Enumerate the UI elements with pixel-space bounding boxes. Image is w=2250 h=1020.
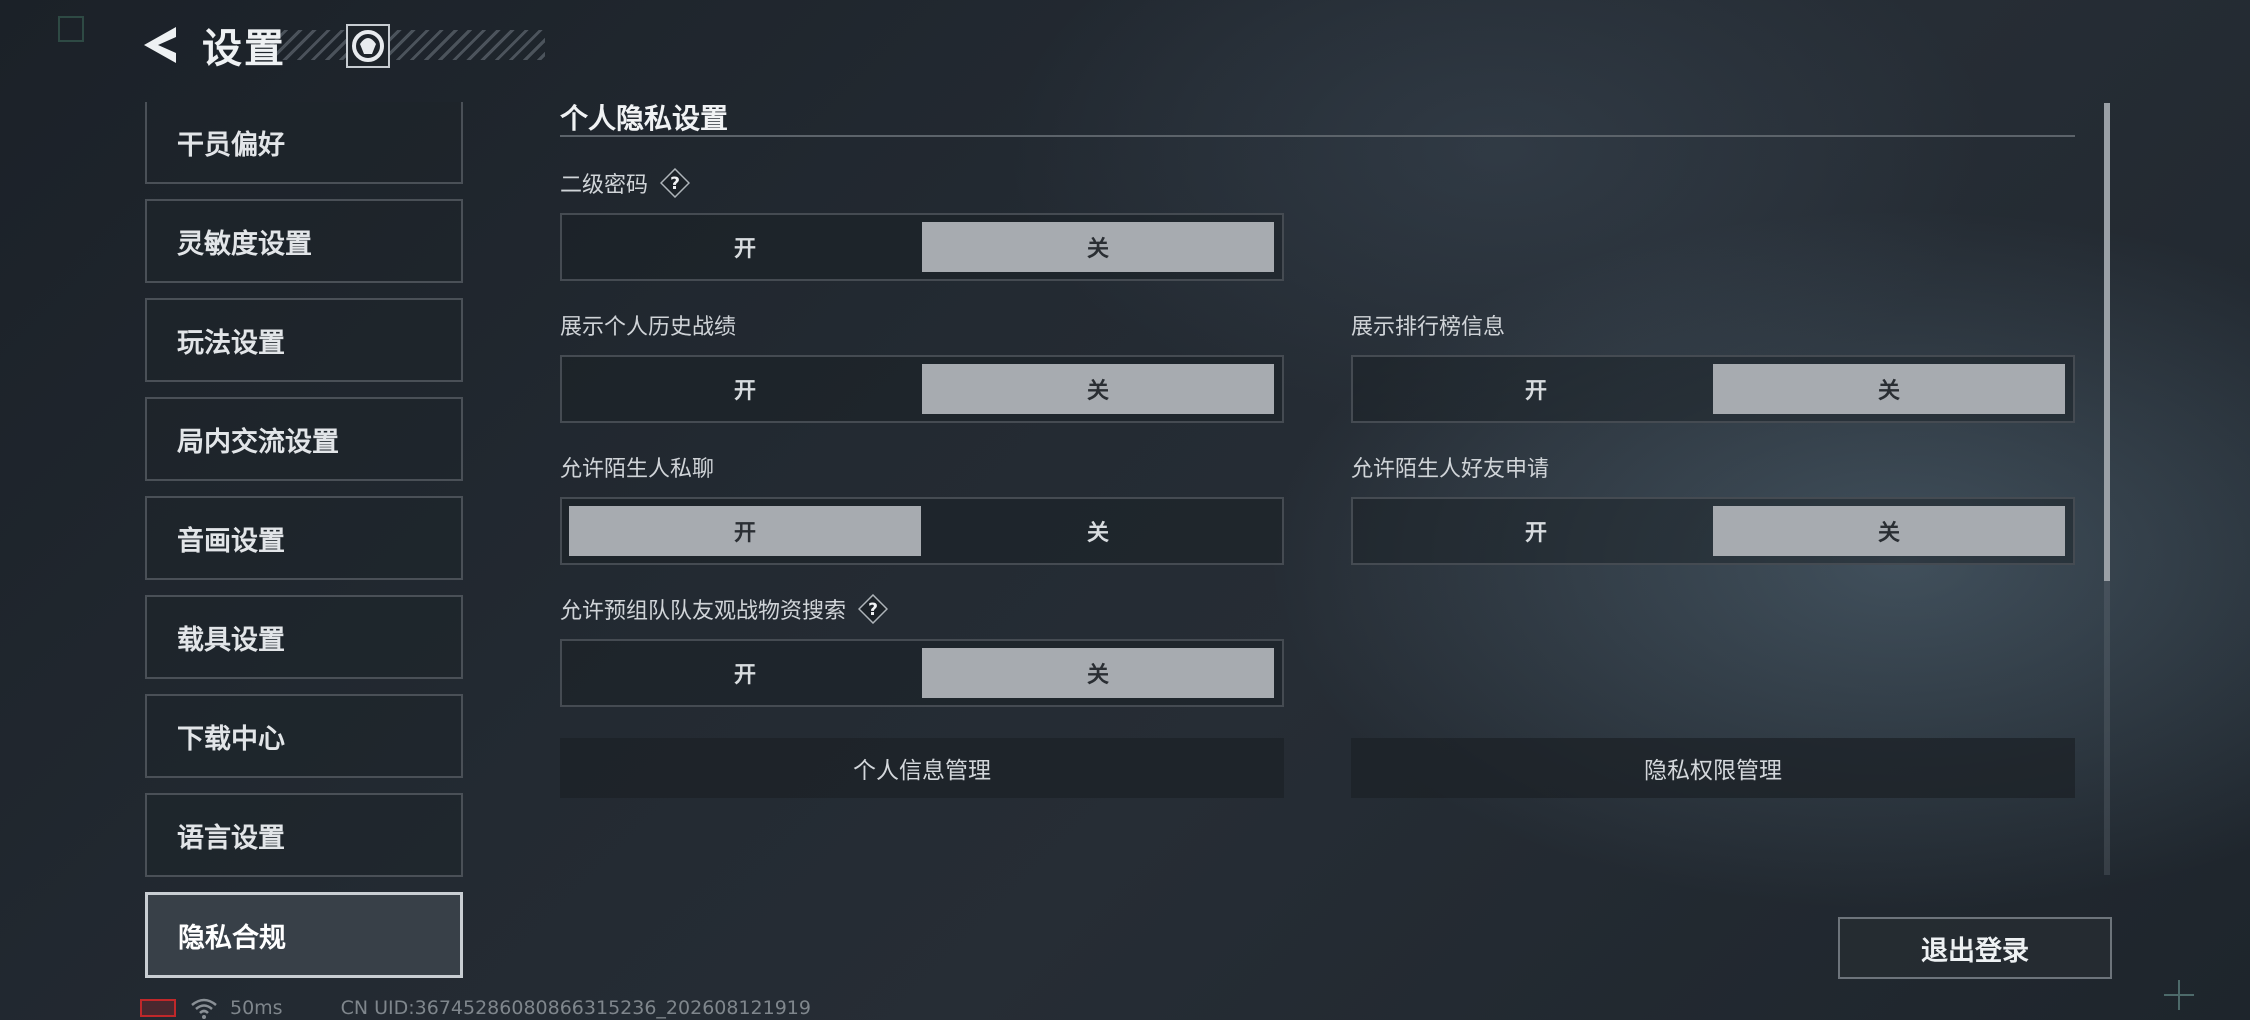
sidebar-item-vehicle[interactable]: 载具设置 [145,595,463,679]
sidebar-item-label: 局内交流设置 [177,426,339,458]
sidebar-item-label: 语言设置 [177,822,285,854]
page-title: 设置 [202,26,286,72]
option-on[interactable]: 开 [569,364,921,414]
toggle-teammate-spectate-search: 开 关 [560,639,1284,707]
ping-value: 50ms [230,997,283,1019]
sidebar-item-gameplay[interactable]: 玩法设置 [145,298,463,382]
section-title: 个人隐私设置 [560,102,729,135]
user-uid: CN UID:36745286080866315236_202608121919 [340,997,811,1019]
option-off-selected[interactable]: 关 [922,648,1274,698]
sidebar-item-label: 干员偏好 [177,129,285,161]
toggle-show-match-history: 开 关 [560,355,1284,423]
setting-label-stranger-friend-request: 允许陌生人好友申请 [1351,451,1549,483]
setting-label-text: 二级密码 [560,173,649,198]
option-on[interactable]: 开 [1360,506,1712,556]
option-on-selected[interactable]: 开 [569,506,921,556]
section-divider [560,135,2075,137]
sidebar-item-audio-video[interactable]: 音画设置 [145,496,463,580]
setting-label-show-leaderboard: 展示排行榜信息 [1351,309,1505,341]
content-scrollbar[interactable] [2104,103,2110,875]
option-on[interactable]: 开 [569,222,921,272]
setting-label-secondary-password: 二级密码 ? [560,167,691,199]
sidebar-item-label: 灵敏度设置 [177,228,312,260]
option-on[interactable]: 开 [569,648,921,698]
sidebar-item-sensitivity[interactable]: 灵敏度设置 [145,199,463,283]
game-logo-icon[interactable] [346,24,390,68]
option-off-selected[interactable]: 关 [922,364,1274,414]
setting-label-text: 展示排行榜信息 [1351,315,1506,340]
toggle-stranger-private-chat: 开 关 [560,497,1284,565]
option-off-selected[interactable]: 关 [1713,506,2065,556]
status-bar: 50ms CN UID:36745286080866315236_2026081… [140,996,811,1020]
header: 设置 [140,20,286,72]
setting-label-teammate-spectate-search: 允许预组队队友观战物资搜索 ? [560,593,889,625]
sidebar-item-label: 载具设置 [177,624,285,656]
setting-label-text: 允许陌生人好友申请 [1351,457,1550,482]
privacy-permission-management-button[interactable]: 隐私权限管理 [1351,738,2075,798]
setting-label-text: 展示个人历史战绩 [560,315,737,340]
sidebar-item-download-center[interactable]: 下载中心 [145,694,463,778]
setting-label-show-match-history: 展示个人历史战绩 [560,309,736,341]
option-off-selected[interactable]: 关 [1713,364,2065,414]
sidebar-item-label: 玩法设置 [177,327,285,359]
toggle-show-leaderboard: 开 关 [1351,355,2075,423]
back-arrow-icon[interactable] [140,23,180,67]
header-hatch-decoration [270,30,545,60]
option-on[interactable]: 开 [1360,364,1712,414]
sidebar-item-operator-preference[interactable]: 干员偏好 [145,102,463,184]
battery-icon [140,999,176,1017]
svg-text:?: ? [670,174,680,194]
sidebar-item-label: 隐私合规 [178,922,286,954]
corner-frame-icon [58,16,84,42]
logout-button[interactable]: 退出登录 [1838,917,2112,979]
help-question-icon[interactable]: ? [660,168,691,198]
privacy-settings-panel: 个人隐私设置 二级密码 ? 开 关 展示个人历史战绩 开 关 展示排行榜信息 开… [560,95,2075,875]
setting-label-stranger-private-chat: 允许陌生人私聊 [560,451,714,483]
setting-label-text: 允许预组队队友观战物资搜索 [560,599,847,624]
option-off[interactable]: 关 [922,506,1274,556]
sidebar-item-language[interactable]: 语言设置 [145,793,463,877]
toggle-secondary-password: 开 关 [560,213,1284,281]
wifi-icon [191,998,217,1019]
sidebar-item-label: 下载中心 [177,723,285,755]
sidebar-item-label: 音画设置 [177,525,285,557]
toggle-stranger-friend-request: 开 关 [1351,497,2075,565]
option-off-selected[interactable]: 关 [922,222,1274,272]
plus-crosshair-icon [2164,980,2194,1010]
setting-label-text: 允许陌生人私聊 [560,457,715,482]
personal-info-management-button[interactable]: 个人信息管理 [560,738,1284,798]
scrollbar-thumb[interactable] [2104,103,2110,581]
help-question-icon[interactable]: ? [858,594,889,624]
sidebar-item-match-communication[interactable]: 局内交流设置 [145,397,463,481]
svg-text:?: ? [868,600,878,620]
sidebar-item-privacy-compliance[interactable]: 隐私合规 [145,892,463,978]
